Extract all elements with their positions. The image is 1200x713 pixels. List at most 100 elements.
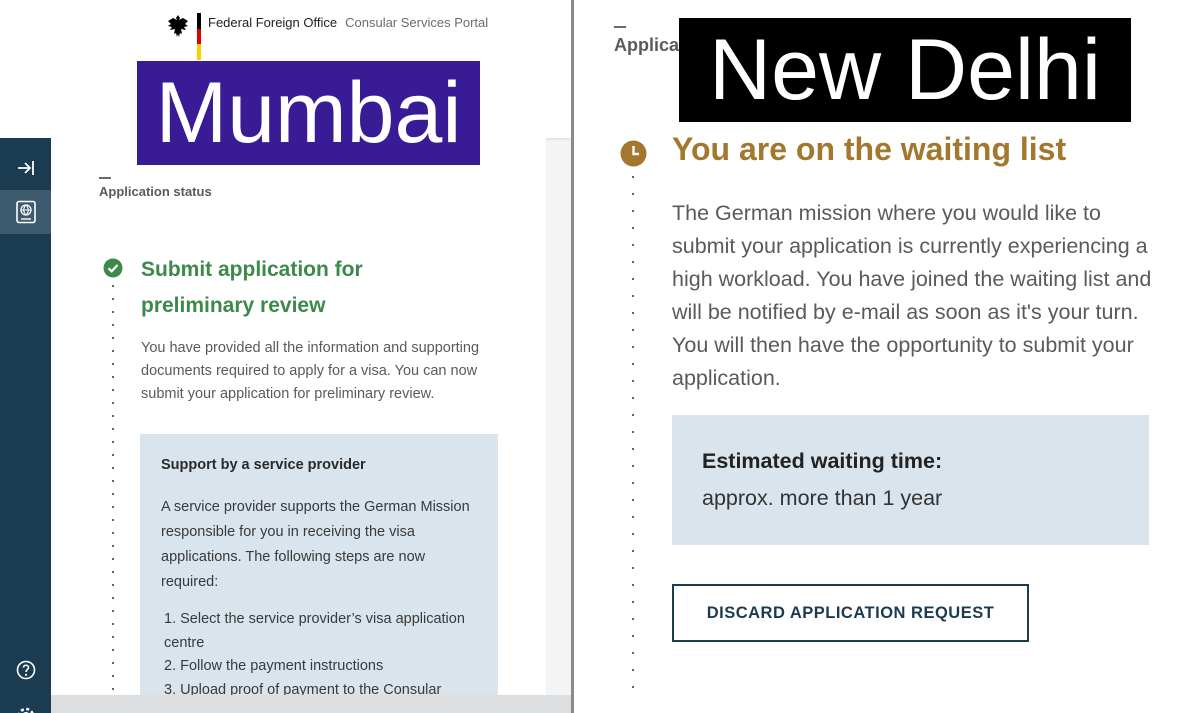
timeline-dot	[632, 346, 635, 349]
timeline-dot	[632, 669, 635, 672]
timeline-dot	[112, 662, 115, 665]
timeline-dot	[112, 311, 115, 314]
timeline-dot	[632, 227, 635, 230]
timeline-dot	[632, 686, 635, 689]
timeline-dot	[112, 298, 115, 301]
sidebar	[0, 138, 51, 713]
timeline-dot	[632, 210, 635, 213]
provider-box-text: A service provider supports the German M…	[161, 499, 470, 590]
timeline-dot	[632, 414, 635, 417]
timeline-dot	[632, 329, 635, 332]
timeline-dot	[112, 636, 115, 639]
timeline-dot	[112, 441, 115, 444]
timeline-dot	[632, 482, 635, 485]
timeline-dot	[632, 380, 635, 383]
timeline-dot	[632, 618, 635, 621]
timeline-dot	[112, 610, 115, 613]
timeline-dot	[632, 584, 635, 587]
timeline-dot	[632, 278, 635, 281]
timeline-dot	[112, 415, 115, 418]
timeline-dot	[632, 261, 635, 264]
waiting-time-value: approx. more than 1 year	[702, 486, 943, 510]
provider-step: 2. Follow the payment instructions	[164, 658, 384, 674]
timeline-dot	[112, 506, 115, 509]
timeline-dot	[112, 675, 115, 678]
question-circle-icon	[16, 660, 35, 680]
timeline-dot	[632, 516, 635, 519]
timeline-dot	[112, 467, 115, 470]
horizontal-scrollbar[interactable]	[51, 695, 572, 713]
timeline-dot	[112, 363, 115, 366]
waiting-time-box: Estimated waiting time: approx. more tha…	[672, 415, 1149, 545]
timeline-dot	[632, 176, 635, 179]
clock-icon	[620, 140, 647, 167]
provider-steps: 1. Select the service provider’s visa ap…	[164, 608, 484, 695]
timeline-dot	[632, 465, 635, 468]
timeline-dot	[112, 688, 115, 691]
timeline-dot	[112, 584, 115, 587]
timeline-dot	[632, 397, 635, 400]
timeline-dot	[112, 545, 115, 548]
redaction-label-mumbai: Mumbai	[137, 61, 480, 165]
federal-eagle-icon	[168, 15, 188, 37]
portal-name: Consular Services Portal	[345, 15, 489, 30]
timeline-dot	[112, 623, 115, 626]
timeline-dot	[632, 431, 635, 434]
timeline-dot	[632, 193, 635, 196]
brand-name: Federal Foreign Office	[208, 15, 338, 30]
timeline-dot	[112, 350, 115, 353]
sidebar-expand-button[interactable]	[0, 146, 51, 190]
provider-step: 1. Select the service provider’s visa ap…	[164, 611, 465, 651]
status-title: Submit application for preliminary revie…	[141, 258, 363, 317]
timeline-dot	[112, 454, 115, 457]
timeline-dot	[632, 567, 635, 570]
timeline-dot	[112, 493, 115, 496]
timeline-dot	[112, 324, 115, 327]
german-flag-bar	[197, 13, 201, 60]
provider-box-title: Support by a service provider	[161, 457, 366, 473]
section-label-application-cut: Applicat	[614, 35, 686, 55]
timeline-dot	[112, 649, 115, 652]
brand[interactable]: Federal Foreign Office Consular Services …	[208, 15, 488, 30]
timeline-dot	[112, 376, 115, 379]
timeline-dots	[112, 285, 115, 695]
waiting-title: You are on the waiting list	[672, 131, 1067, 167]
sidebar-help-button[interactable]	[0, 648, 51, 692]
status-description: You have provided all the information an…	[141, 340, 480, 402]
timeline-dot	[112, 558, 115, 561]
timeline-dots	[632, 176, 635, 696]
passport-globe-icon	[15, 200, 36, 224]
sidebar-item-application[interactable]	[0, 190, 51, 234]
arrow-to-right-icon	[17, 161, 34, 175]
waiting-description: The German mission where you would like …	[672, 201, 1152, 390]
timeline-dot	[632, 533, 635, 536]
timeline-dot	[112, 571, 115, 574]
timeline-dot	[112, 532, 115, 535]
timeline-dot	[112, 428, 115, 431]
timeline-dot	[632, 635, 635, 638]
section-label-application-status: Application status	[99, 184, 212, 199]
waiting-time-label: Estimated waiting time:	[702, 449, 943, 473]
provider-step: 3. Upload proof of payment to the Consul…	[164, 681, 442, 696]
sidebar-settings-button[interactable]	[0, 694, 51, 713]
timeline-dot	[632, 448, 635, 451]
timeline-dot	[632, 312, 635, 315]
timeline-dot	[112, 285, 115, 288]
timeline-dot	[632, 601, 635, 604]
timeline-dot	[112, 597, 115, 600]
gear-icon	[17, 707, 34, 713]
timeline-dot	[112, 480, 115, 483]
timeline-dot	[112, 389, 115, 392]
redaction-label-new-delhi: New Delhi	[679, 18, 1131, 122]
section-dash	[614, 26, 626, 28]
timeline-dot	[632, 295, 635, 298]
timeline-dot	[632, 652, 635, 655]
timeline-dot	[112, 337, 115, 340]
timeline-dot	[632, 363, 635, 366]
timeline-dot	[632, 550, 635, 553]
check-circle-icon	[103, 258, 123, 278]
timeline-dot	[112, 519, 115, 522]
discard-application-button[interactable]: DISCARD APPLICATION REQUEST	[672, 584, 1029, 642]
timeline-dot	[632, 499, 635, 502]
timeline-dot	[112, 402, 115, 405]
